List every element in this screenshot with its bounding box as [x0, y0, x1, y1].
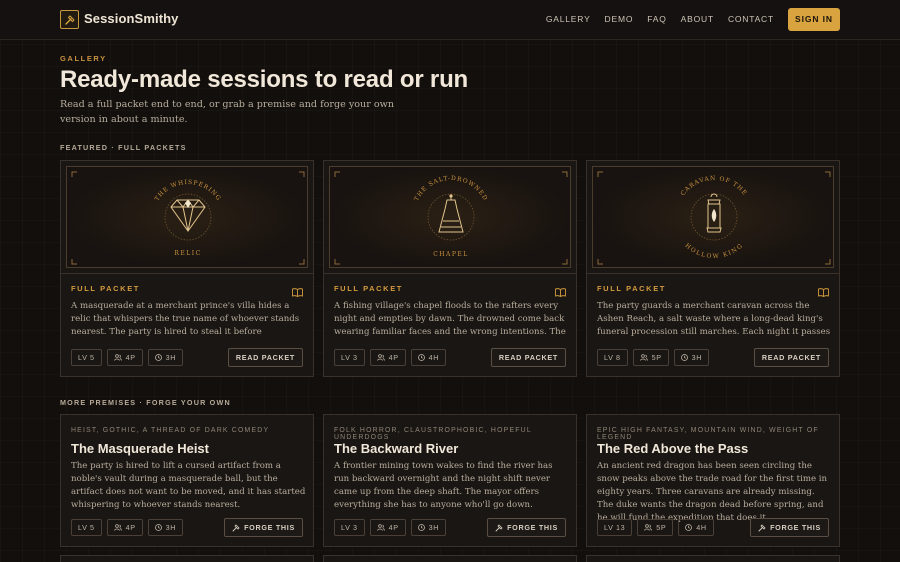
art-bottom-text: CHAPEL	[433, 251, 469, 258]
duration-chip: 4H	[410, 349, 447, 366]
sign-in-button[interactable]: SIGN IN	[788, 8, 840, 31]
open-book-icon[interactable]	[555, 282, 566, 301]
art-top-text: THE WHISPERING	[154, 179, 223, 203]
level-chip: LV 13	[597, 519, 633, 536]
brand-name[interactable]: SessionSmithy	[84, 11, 179, 26]
premise-title: The Backward River	[334, 441, 459, 456]
read-packet-button[interactable]: READ PACKET	[753, 348, 829, 367]
page-title: Ready-made sessions to read or run	[60, 66, 468, 93]
featured-card-salt-drowned-chapel[interactable]: THE SALT-DROWNED CHAPEL FULL PACKET A fi…	[323, 160, 577, 377]
open-book-icon[interactable]	[292, 282, 303, 301]
clock-icon	[680, 354, 688, 361]
premises-section-label: MORE PREMISES · FORGE YOUR OWN	[60, 398, 231, 407]
premise-description: The party is hired to lift a cursed arti…	[71, 461, 306, 510]
players-chip: 4P	[106, 349, 143, 366]
premise-tags: HEIST, GOTHIC, A THREAD OF DARK COMEDY	[71, 427, 270, 434]
clock-icon	[417, 524, 425, 531]
clock-icon	[154, 524, 162, 531]
premise-description: An ancient red dragon has been seen circ…	[597, 461, 828, 523]
duration-chip: 3H	[147, 349, 184, 366]
packet-art: CARAVAN OF THE HOLLOW KING	[592, 166, 834, 268]
hammer-logo-icon[interactable]	[60, 10, 79, 29]
level-chip: LV 5	[71, 349, 102, 366]
duration-chip: 3H	[410, 519, 447, 536]
page-eyebrow: GALLERY	[60, 54, 107, 63]
packet-description: The party guards a merchant caravan acro…	[597, 301, 831, 337]
premise-card-partial[interactable]	[323, 555, 577, 562]
premise-card-backward-river[interactable]: FOLK HORROR, CLAUSTROPHOBIC, HOPEFUL UND…	[323, 414, 577, 547]
forge-this-button[interactable]: FORGE THIS	[224, 518, 303, 537]
premise-tags: EPIC HIGH FANTASY, MOUNTAIN WIND, WEIGHT…	[597, 427, 819, 441]
players-icon	[639, 354, 648, 361]
premise-card-red-above-the-pass[interactable]: EPIC HIGH FANTASY, MOUNTAIN WIND, WEIGHT…	[586, 414, 840, 547]
premise-title: The Masquerade Heist	[71, 441, 209, 456]
page-lede: Read a full packet end to end, or grab a…	[60, 99, 395, 125]
clock-icon	[154, 354, 162, 361]
packet-chips: LV 3 4P 4H	[334, 349, 447, 366]
bell-icon	[438, 195, 464, 233]
duration-chip: 3H	[673, 349, 710, 366]
featured-card-caravan-hollow-king[interactable]: CARAVAN OF THE HOLLOW KING FULL PACKET T…	[586, 160, 840, 377]
level-chip: LV 3	[334, 349, 365, 366]
clock-icon	[417, 354, 425, 361]
packet-chips: LV 5 4P 3H	[71, 349, 184, 366]
read-packet-button[interactable]: READ PACKET	[227, 348, 303, 367]
top-nav: SessionSmithy GALLERY DEMO FAQ ABOUT CON…	[0, 0, 900, 40]
featured-card-whispering-relic[interactable]: THE WHISPERING RELIC FULL PACKET A masqu…	[60, 160, 314, 377]
nav-links: GALLERY DEMO FAQ ABOUT CONTACT	[532, 14, 774, 24]
players-icon	[376, 524, 385, 531]
packet-art: THE WHISPERING RELIC	[66, 166, 308, 268]
premise-tags: FOLK HORROR, CLAUSTROPHOBIC, HOPEFUL UND…	[334, 427, 532, 441]
level-chip: LV 3	[334, 519, 365, 536]
players-icon	[376, 354, 385, 361]
players-icon	[113, 354, 122, 361]
packet-art: THE SALT-DROWNED CHAPEL	[329, 166, 571, 268]
hammer-icon	[232, 523, 240, 531]
packet-chips: LV 8 5P 3H	[597, 349, 710, 366]
hammer-icon	[495, 523, 503, 531]
players-chip: 5P	[632, 349, 669, 366]
premise-chips: LV 3 4P 3H	[334, 519, 447, 536]
art-bottom-text: HOLLOW KING	[683, 242, 744, 260]
nav-link-contact[interactable]: CONTACT	[728, 14, 774, 24]
players-icon	[113, 524, 122, 531]
level-chip: LV 5	[71, 519, 102, 536]
level-chip: LV 8	[597, 349, 628, 366]
players-chip: 4P	[369, 519, 406, 536]
forge-this-button[interactable]: FORGE THIS	[750, 518, 829, 537]
players-icon	[644, 524, 653, 531]
featured-section-label: FEATURED · FULL PACKETS	[60, 143, 187, 152]
premise-chips: LV 5 4P 3H	[71, 519, 184, 536]
read-packet-button[interactable]: READ PACKET	[490, 348, 566, 367]
hammer-icon	[758, 523, 766, 531]
premise-description: A frontier mining town wakes to find the…	[334, 461, 553, 510]
forge-this-button[interactable]: FORGE THIS	[487, 518, 566, 537]
packet-kind-label: FULL PACKET	[71, 284, 140, 293]
packet-description: A fishing village's chapel floods to the…	[334, 301, 566, 337]
premise-card-partial[interactable]	[586, 555, 840, 562]
duration-chip: 4H	[678, 519, 714, 536]
nav-link-faq[interactable]: FAQ	[647, 14, 666, 24]
open-book-icon[interactable]	[818, 282, 829, 301]
premise-card-masquerade-heist[interactable]: HEIST, GOTHIC, A THREAD OF DARK COMEDY T…	[60, 414, 314, 547]
premise-title: The Red Above the Pass	[597, 441, 749, 456]
players-chip: 4P	[369, 349, 406, 366]
clock-icon	[685, 524, 693, 531]
players-chip: 5P	[637, 519, 674, 536]
premise-card-partial[interactable]	[60, 555, 314, 562]
players-chip: 4P	[106, 519, 143, 536]
packet-kind-label: FULL PACKET	[597, 284, 666, 293]
nav-link-gallery[interactable]: GALLERY	[546, 14, 591, 24]
packet-description: A masquerade at a merchant prince's vill…	[71, 301, 300, 337]
packet-kind-label: FULL PACKET	[334, 284, 403, 293]
nav-link-demo[interactable]: DEMO	[605, 14, 634, 24]
nav-link-about[interactable]: ABOUT	[681, 14, 714, 24]
art-bottom-text: RELIC	[174, 250, 201, 257]
duration-chip: 3H	[147, 519, 184, 536]
premise-chips: LV 13 5P 4H	[597, 519, 714, 536]
